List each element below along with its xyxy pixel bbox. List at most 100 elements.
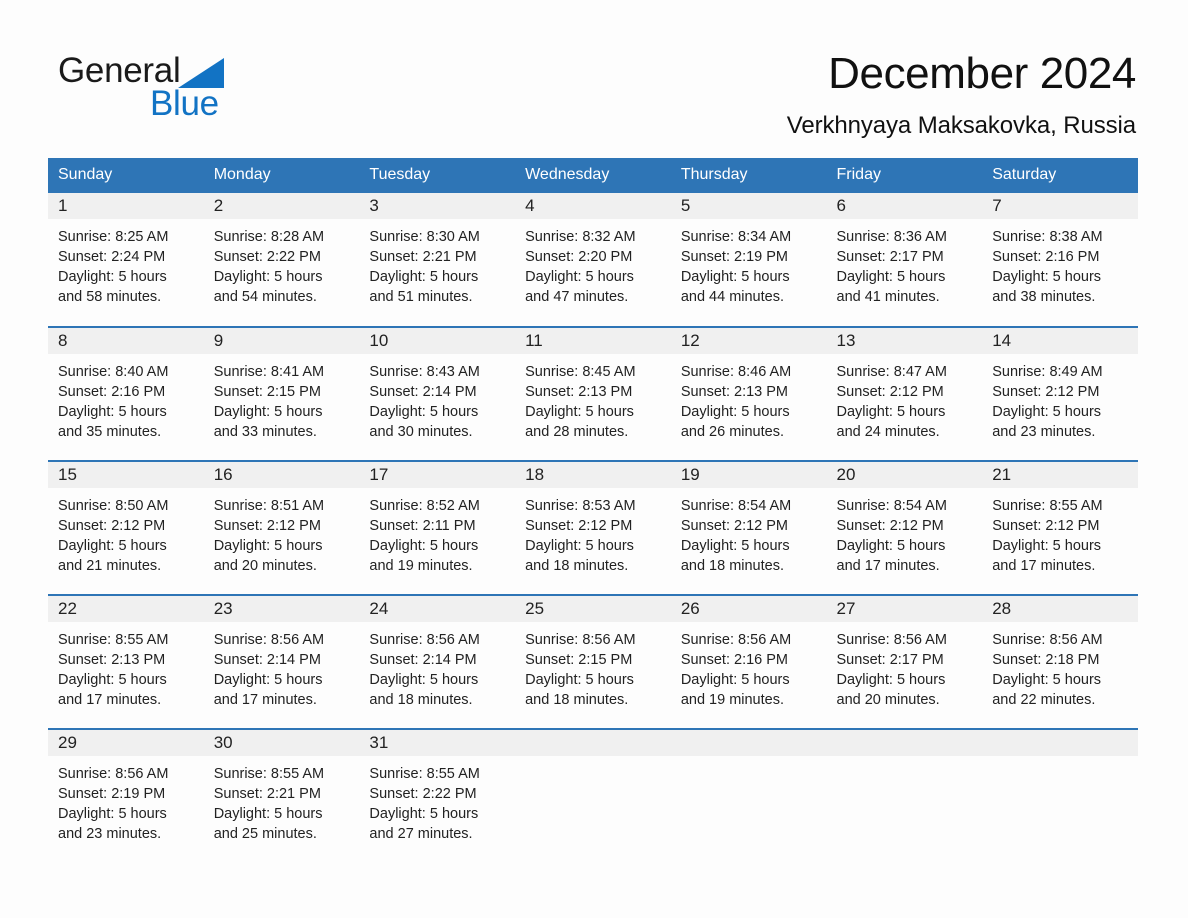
day-cell[interactable]: 31 Sunrise: 8:55 AM Sunset: 2:22 PM Dayl… [359, 728, 516, 863]
sunrise-text: Sunrise: 8:56 AM [213, 632, 325, 648]
daylight-text-line2: and 22 minutes. [992, 692, 1096, 708]
daylight-text-line1: Daylight: 5 hours [58, 538, 167, 554]
day-cell[interactable]: 5 Sunrise: 8:34 AM Sunset: 2:19 PM Dayli… [670, 193, 827, 327]
daylight-text-line1: Daylight: 5 hours [369, 538, 479, 554]
sunset-text: Sunset: 2:11 PM [369, 518, 476, 534]
weekday-header-friday: Friday [826, 158, 983, 193]
daylight-text-line1: Daylight: 5 hours [58, 404, 167, 420]
daylight-text-line1: Daylight: 5 hours [992, 404, 1102, 420]
day-cell[interactable]: 25 Sunrise: 8:56 AM Sunset: 2:15 PM Dayl… [515, 594, 671, 729]
day-details [515, 756, 671, 764]
weekday-header-saturday: Saturday [982, 158, 1138, 193]
day-details: Sunrise: 8:51 AM Sunset: 2:12 PM Dayligh… [204, 488, 360, 576]
day-cell[interactable]: 7 Sunrise: 8:38 AM Sunset: 2:16 PM Dayli… [982, 193, 1138, 327]
sunset-text: Sunset: 2:17 PM [836, 652, 944, 668]
daylight-text-line2: and 20 minutes. [213, 558, 317, 574]
day-number: 21 [982, 462, 1138, 488]
day-cell[interactable]: 2 Sunrise: 8:28 AM Sunset: 2:22 PM Dayli… [203, 193, 360, 327]
day-details: Sunrise: 8:56 AM Sunset: 2:16 PM Dayligh… [671, 622, 827, 710]
sunrise-text: Sunrise: 8:55 AM [213, 766, 325, 782]
sunrise-text: Sunrise: 8:49 AM [992, 364, 1103, 380]
sunset-text: Sunset: 2:12 PM [992, 384, 1100, 400]
day-cell[interactable]: 11 Sunrise: 8:45 AM Sunset: 2:13 PM Dayl… [515, 326, 671, 461]
daylight-text-line1: Daylight: 5 hours [213, 538, 323, 554]
day-cell[interactable]: 13 Sunrise: 8:47 AM Sunset: 2:12 PM Dayl… [826, 326, 983, 461]
daylight-text-line1: Daylight: 5 hours [836, 538, 946, 554]
day-cell[interactable]: 12 Sunrise: 8:46 AM Sunset: 2:13 PM Dayl… [670, 326, 827, 461]
day-details: Sunrise: 8:41 AM Sunset: 2:15 PM Dayligh… [204, 354, 360, 442]
day-cell[interactable]: 14 Sunrise: 8:49 AM Sunset: 2:12 PM Dayl… [982, 326, 1138, 461]
daylight-text-line2: and 44 minutes. [680, 289, 784, 305]
day-cell[interactable]: 27 Sunrise: 8:56 AM Sunset: 2:17 PM Dayl… [826, 594, 983, 729]
daylight-text-line1: Daylight: 5 hours [369, 806, 479, 822]
sunrise-text: Sunrise: 8:47 AM [836, 364, 947, 380]
day-cell[interactable]: 20 Sunrise: 8:54 AM Sunset: 2:12 PM Dayl… [826, 460, 983, 595]
day-cell[interactable]: 30 Sunrise: 8:55 AM Sunset: 2:21 PM Dayl… [203, 728, 360, 863]
day-details: Sunrise: 8:56 AM Sunset: 2:14 PM Dayligh… [359, 622, 515, 710]
day-details [827, 756, 983, 764]
page-header: General Blue December 2024 Verkhnyaya Ma… [0, 0, 1188, 139]
day-cell[interactable]: 9 Sunrise: 8:41 AM Sunset: 2:15 PM Dayli… [203, 326, 360, 461]
day-number: 6 [826, 193, 983, 219]
calendar-page: General Blue December 2024 Verkhnyaya Ma… [0, 0, 1188, 918]
daylight-text-line2: and 30 minutes. [369, 424, 473, 440]
day-cell[interactable]: 1 Sunrise: 8:25 AM Sunset: 2:24 PM Dayli… [48, 193, 204, 327]
day-cell[interactable]: 29 Sunrise: 8:56 AM Sunset: 2:19 PM Dayl… [48, 728, 204, 863]
day-cell[interactable]: 26 Sunrise: 8:56 AM Sunset: 2:16 PM Dayl… [670, 594, 827, 729]
day-cell[interactable]: 19 Sunrise: 8:54 AM Sunset: 2:12 PM Dayl… [670, 460, 827, 595]
day-number: 15 [48, 462, 204, 488]
day-cell[interactable]: 24 Sunrise: 8:56 AM Sunset: 2:14 PM Dayl… [359, 594, 516, 729]
daylight-text-line2: and 38 minutes. [992, 289, 1096, 305]
page-title: December 2024 [828, 49, 1136, 98]
sunset-text: Sunset: 2:19 PM [58, 786, 166, 802]
sunrise-text: Sunrise: 8:40 AM [58, 364, 169, 380]
day-cell[interactable]: 18 Sunrise: 8:53 AM Sunset: 2:12 PM Dayl… [515, 460, 671, 595]
day-number: 22 [48, 596, 204, 622]
day-number: 11 [515, 328, 671, 354]
day-details: Sunrise: 8:50 AM Sunset: 2:12 PM Dayligh… [48, 488, 204, 576]
day-cell[interactable]: 21 Sunrise: 8:55 AM Sunset: 2:12 PM Dayl… [982, 460, 1138, 595]
sunset-text: Sunset: 2:13 PM [58, 652, 166, 668]
day-number: 19 [670, 462, 827, 488]
day-details [671, 756, 827, 764]
day-cell[interactable]: 28 Sunrise: 8:56 AM Sunset: 2:18 PM Dayl… [982, 594, 1138, 729]
day-cell[interactable]: 22 Sunrise: 8:55 AM Sunset: 2:13 PM Dayl… [48, 594, 204, 729]
day-details: Sunrise: 8:56 AM Sunset: 2:15 PM Dayligh… [515, 622, 671, 710]
day-details: Sunrise: 8:56 AM Sunset: 2:19 PM Dayligh… [48, 756, 204, 844]
sunset-text: Sunset: 2:21 PM [213, 786, 321, 802]
sunrise-text: Sunrise: 8:52 AM [369, 498, 480, 514]
sunset-text: Sunset: 2:14 PM [369, 652, 477, 668]
daylight-text-line1: Daylight: 5 hours [369, 672, 479, 688]
weekday-header-thursday: Thursday [670, 158, 827, 193]
day-cell[interactable]: 3 Sunrise: 8:30 AM Sunset: 2:21 PM Dayli… [359, 193, 516, 327]
sunrise-text: Sunrise: 8:56 AM [680, 632, 792, 648]
day-number: 28 [982, 596, 1138, 622]
daylight-text-line2: and 19 minutes. [680, 692, 784, 708]
day-number: 26 [670, 596, 827, 622]
day-cell[interactable]: 4 Sunrise: 8:32 AM Sunset: 2:20 PM Dayli… [515, 193, 671, 327]
sunrise-text: Sunrise: 8:56 AM [836, 632, 947, 648]
sunset-text: Sunset: 2:18 PM [992, 652, 1100, 668]
sunrise-text: Sunrise: 8:38 AM [992, 229, 1103, 245]
day-cell[interactable]: 16 Sunrise: 8:51 AM Sunset: 2:12 PM Dayl… [203, 460, 360, 595]
daylight-text-line1: Daylight: 5 hours [992, 538, 1102, 554]
day-cell[interactable]: 10 Sunrise: 8:43 AM Sunset: 2:14 PM Dayl… [359, 326, 516, 461]
day-cell[interactable]: 8 Sunrise: 8:40 AM Sunset: 2:16 PM Dayli… [48, 326, 204, 461]
day-details: Sunrise: 8:54 AM Sunset: 2:12 PM Dayligh… [827, 488, 983, 576]
daylight-text-line2: and 58 minutes. [58, 289, 162, 305]
day-cell[interactable]: 17 Sunrise: 8:52 AM Sunset: 2:11 PM Dayl… [359, 460, 516, 595]
day-details: Sunrise: 8:55 AM Sunset: 2:21 PM Dayligh… [204, 756, 360, 844]
day-cell[interactable]: 15 Sunrise: 8:50 AM Sunset: 2:12 PM Dayl… [48, 460, 204, 595]
day-number: 8 [48, 328, 204, 354]
day-cell[interactable]: 6 Sunrise: 8:36 AM Sunset: 2:17 PM Dayli… [826, 193, 983, 327]
daylight-text-line1: Daylight: 5 hours [992, 672, 1102, 688]
sunset-text: Sunset: 2:17 PM [836, 249, 944, 265]
sunset-text: Sunset: 2:13 PM [680, 384, 789, 400]
daylight-text-line1: Daylight: 5 hours [213, 269, 323, 285]
daylight-text-line2: and 33 minutes. [213, 424, 317, 440]
day-cell-empty [982, 728, 1138, 863]
day-number: 2 [203, 193, 360, 219]
sunrise-text: Sunrise: 8:32 AM [525, 229, 636, 245]
day-cell[interactable]: 23 Sunrise: 8:56 AM Sunset: 2:14 PM Dayl… [203, 594, 360, 729]
general-blue-logo[interactable]: General Blue [58, 52, 318, 124]
